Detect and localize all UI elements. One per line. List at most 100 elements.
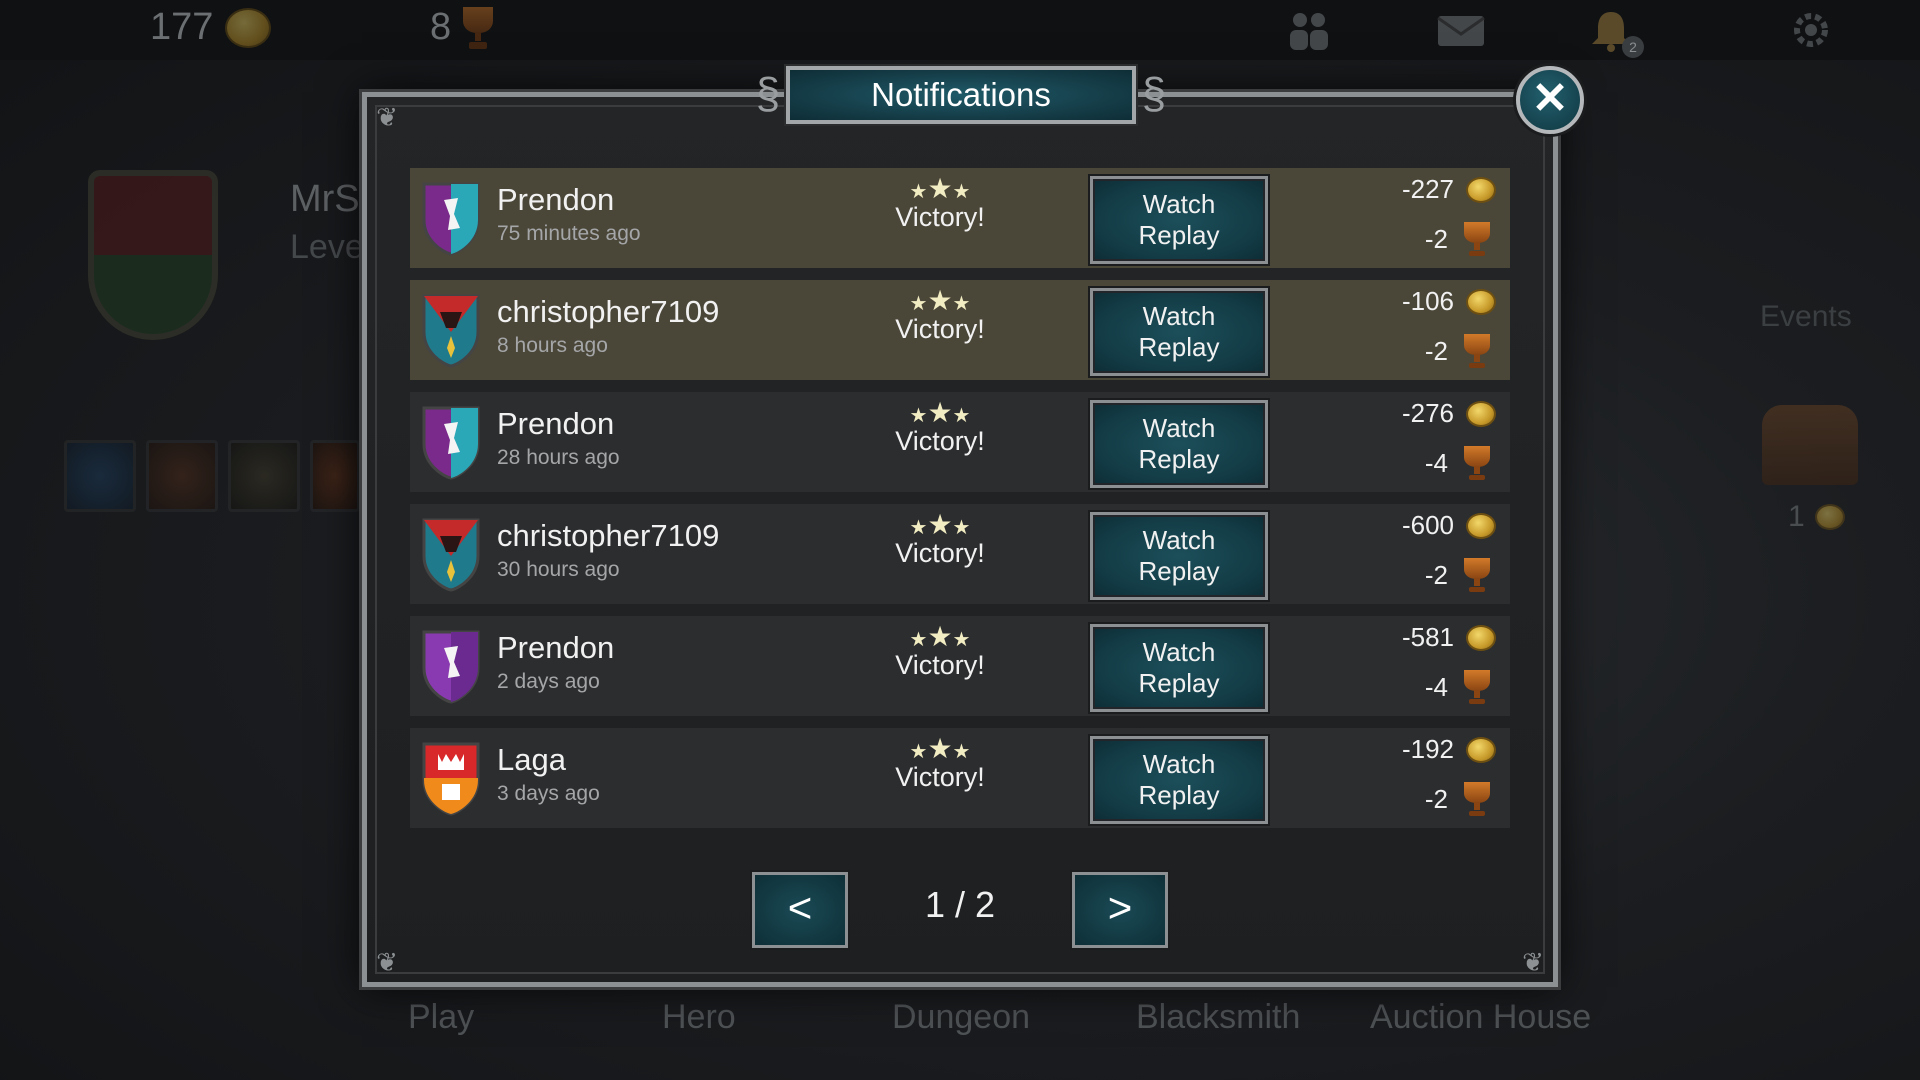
star-icon: ★ bbox=[952, 293, 971, 315]
star-icon: ★ bbox=[952, 629, 971, 651]
trophy-icon bbox=[1464, 558, 1490, 592]
close-icon: ✕ bbox=[1531, 74, 1569, 123]
trophy-change: -4 bbox=[1425, 446, 1490, 480]
next-page-button[interactable]: > bbox=[1072, 872, 1168, 948]
watch-replay-label-line1: Watch bbox=[1142, 413, 1216, 443]
gear-icon[interactable] bbox=[1784, 8, 1838, 52]
notification-row: Prendon 2 days ago ★★★ Victory! Watch Re… bbox=[410, 616, 1510, 716]
gold-change-value: -227 bbox=[1401, 174, 1454, 204]
opponent-crest-icon bbox=[420, 292, 482, 368]
bell-icon[interactable]: 2 bbox=[1584, 8, 1644, 58]
nav-play[interactable]: Play bbox=[408, 998, 474, 1037]
trophy-change-value: -2 bbox=[1424, 223, 1448, 254]
notification-time: 30 hours ago bbox=[497, 558, 620, 581]
trophy-change-value: -2 bbox=[1424, 335, 1448, 366]
watch-replay-label-line1: Watch bbox=[1142, 525, 1216, 555]
star-icon: ★ bbox=[952, 181, 971, 203]
star-rating: ★★★ bbox=[900, 284, 980, 316]
gold-change: -192 bbox=[1402, 734, 1496, 765]
trophy-change: -2 bbox=[1425, 782, 1490, 816]
skill-slot-2 bbox=[146, 440, 218, 512]
bottom-nav: Play Hero Dungeon Blacksmith Auction Hou… bbox=[0, 998, 1920, 1048]
corner-ornament-icon: ❦ bbox=[376, 102, 398, 132]
gold-change-value: -600 bbox=[1401, 510, 1454, 540]
dialog-title-text: Notifications bbox=[871, 76, 1051, 113]
watch-replay-button[interactable]: Watch Replay bbox=[1090, 288, 1268, 376]
watch-replay-label-line2: Replay bbox=[1138, 332, 1220, 362]
nav-auction-house[interactable]: Auction House bbox=[1370, 998, 1591, 1037]
opponent-name: christopher7109 bbox=[497, 294, 720, 329]
gold-change: -106 bbox=[1402, 286, 1496, 317]
watch-replay-button[interactable]: Watch Replay bbox=[1090, 176, 1268, 264]
watch-replay-button[interactable]: Watch Replay bbox=[1090, 400, 1268, 488]
trophy-change-value: -2 bbox=[1424, 783, 1448, 814]
gold-change: -600 bbox=[1402, 510, 1496, 541]
trophy-change: -2 bbox=[1425, 558, 1490, 592]
battle-result: Victory! bbox=[895, 650, 985, 680]
chest-count-value: 1 bbox=[1788, 500, 1805, 533]
battle-result: Victory! bbox=[895, 314, 985, 344]
trophy-icon bbox=[463, 6, 494, 49]
dialog-title: Notifications bbox=[786, 66, 1136, 124]
notification-time: 75 minutes ago bbox=[497, 222, 641, 245]
watch-replay-label-line1: Watch bbox=[1142, 189, 1216, 219]
star-icon: ★ bbox=[909, 181, 928, 203]
watch-replay-label-line2: Replay bbox=[1138, 780, 1220, 810]
star-rating: ★★★ bbox=[900, 732, 980, 764]
gold-counter: 177 bbox=[150, 6, 272, 49]
watch-replay-label-line2: Replay bbox=[1138, 220, 1220, 250]
top-bar: 177 8 2 bbox=[0, 0, 1920, 60]
opponent-name: christopher7109 bbox=[497, 518, 720, 553]
star-rating: ★★★ bbox=[900, 620, 980, 652]
opponent-crest-icon bbox=[420, 628, 482, 704]
gold-change: -581 bbox=[1402, 622, 1496, 653]
trophy-icon bbox=[1464, 334, 1490, 368]
gold-change-value: -276 bbox=[1401, 398, 1454, 428]
watch-replay-label-line2: Replay bbox=[1138, 556, 1220, 586]
coin-icon bbox=[1466, 736, 1496, 763]
trophy-change-value: -2 bbox=[1424, 559, 1448, 590]
player-crest bbox=[88, 170, 218, 340]
prev-page-button[interactable]: < bbox=[752, 872, 848, 948]
watch-replay-label-line2: Replay bbox=[1138, 668, 1220, 698]
trophy-counter: 8 bbox=[430, 6, 494, 49]
nav-dungeon[interactable]: Dungeon bbox=[892, 998, 1030, 1037]
star-icon: ★ bbox=[952, 741, 971, 763]
star-icon: ★ bbox=[927, 173, 953, 204]
scroll-ornament-icon: § bbox=[755, 69, 781, 118]
watch-replay-label-line2: Replay bbox=[1138, 444, 1220, 474]
trophy-icon bbox=[1464, 446, 1490, 480]
opponent-name: Prendon bbox=[497, 406, 615, 441]
close-button[interactable]: ✕ bbox=[1516, 66, 1584, 134]
star-icon: ★ bbox=[952, 517, 971, 539]
opponent-name: Laga bbox=[497, 742, 566, 777]
coin-icon bbox=[225, 7, 272, 48]
star-rating: ★★★ bbox=[900, 508, 980, 540]
star-icon: ★ bbox=[952, 405, 971, 427]
coin-icon bbox=[1466, 624, 1496, 651]
watch-replay-button[interactable]: Watch Replay bbox=[1090, 736, 1268, 824]
star-icon: ★ bbox=[909, 517, 928, 539]
chest-count: 1 bbox=[1788, 500, 1845, 534]
notification-time: 3 days ago bbox=[497, 782, 600, 805]
skill-slot-3 bbox=[228, 440, 300, 512]
page-indicator: 1 / 2 bbox=[924, 884, 996, 925]
star-icon: ★ bbox=[909, 741, 928, 763]
nav-blacksmith[interactable]: Blacksmith bbox=[1136, 998, 1300, 1037]
chest-icon bbox=[1762, 405, 1858, 485]
battle-result: Victory! bbox=[895, 426, 985, 456]
mail-icon[interactable] bbox=[1434, 8, 1488, 52]
star-icon: ★ bbox=[909, 629, 928, 651]
notification-list: Prendon 75 minutes ago ★★★ Victory! Watc… bbox=[410, 168, 1510, 840]
watch-replay-button[interactable]: Watch Replay bbox=[1090, 624, 1268, 712]
opponent-crest-icon bbox=[420, 180, 482, 256]
friends-icon[interactable] bbox=[1282, 8, 1336, 52]
trophy-change-value: -4 bbox=[1424, 671, 1448, 702]
player-name: MrS bbox=[290, 178, 360, 220]
watch-replay-label-line1: Watch bbox=[1142, 637, 1216, 667]
nav-hero[interactable]: Hero bbox=[662, 998, 736, 1037]
notification-row: Prendon 75 minutes ago ★★★ Victory! Watc… bbox=[410, 168, 1510, 268]
watch-replay-button[interactable]: Watch Replay bbox=[1090, 512, 1268, 600]
notification-time: 28 hours ago bbox=[497, 446, 620, 469]
battle-result: Victory! bbox=[895, 202, 985, 232]
